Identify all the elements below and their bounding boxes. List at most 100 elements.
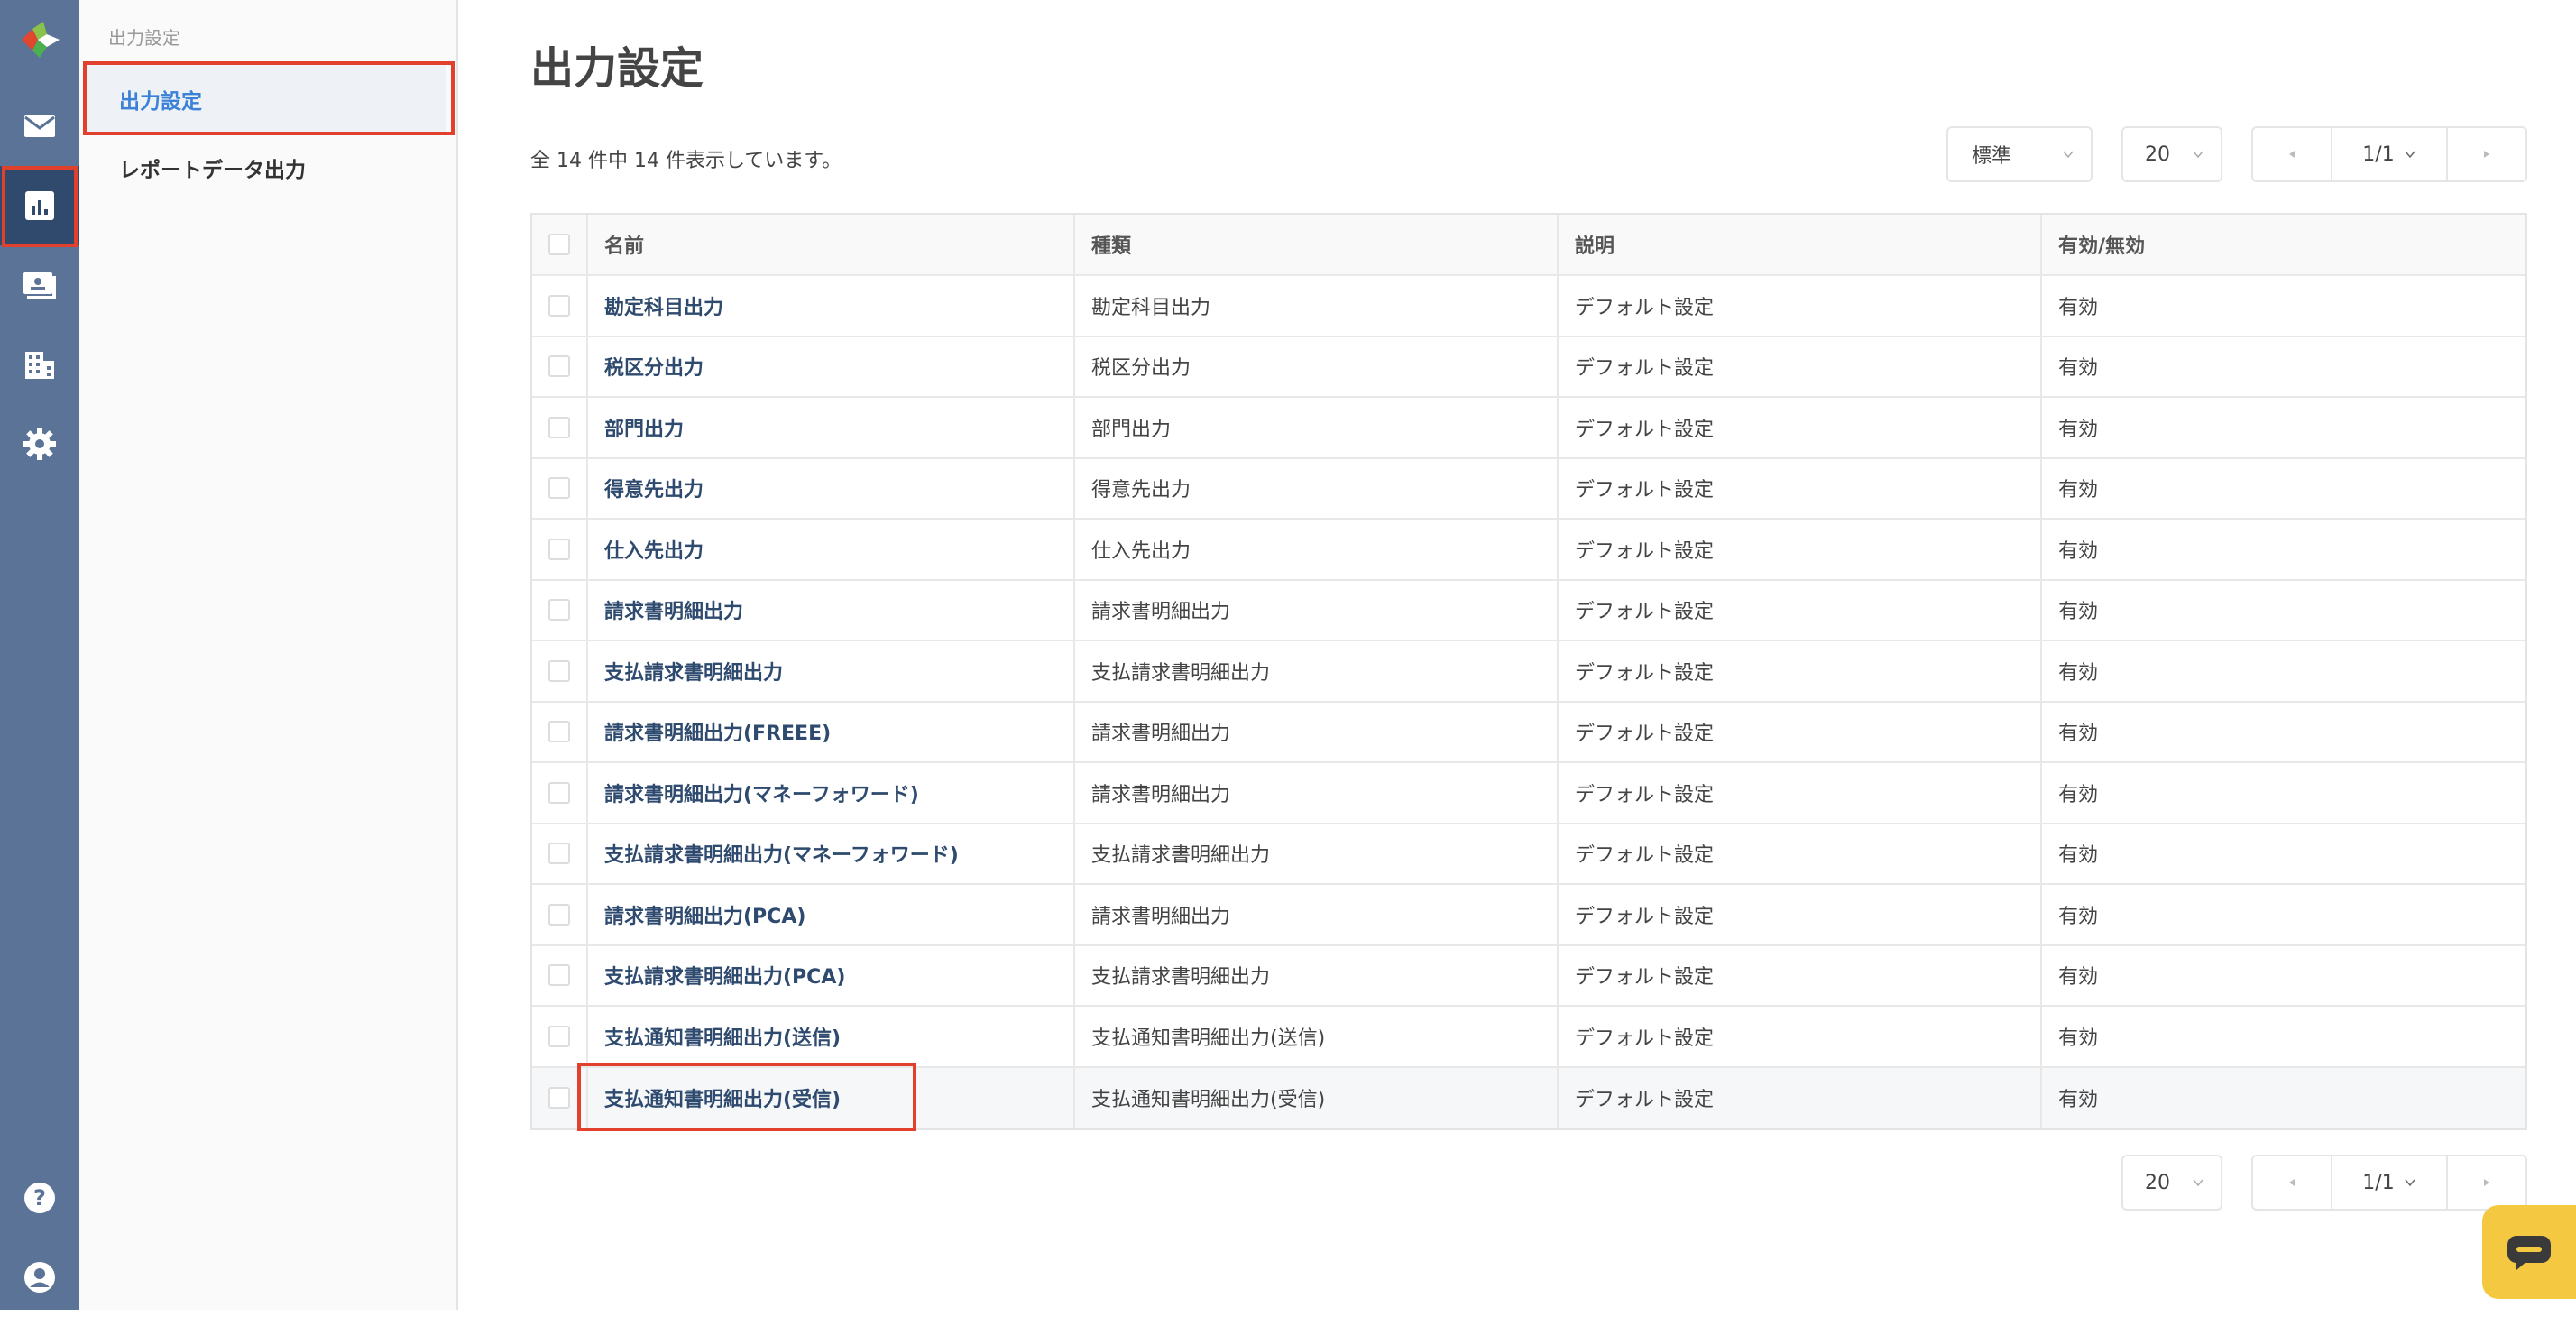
row-checkbox[interactable] [548,416,570,438]
row-name-link[interactable]: 請求書明細出力(FREEE) [604,717,831,746]
row-name-cell: 得意先出力 [588,458,1075,518]
row-status-cell: 有効 [2058,539,2099,563]
gear-icon[interactable] [0,404,79,484]
page-select-value: 1/1 [2362,143,2395,166]
page-select[interactable]: 1/1 [2331,128,2448,180]
select-all-cell [532,215,588,274]
row-name-link[interactable]: 支払請求書明細出力 [604,657,783,686]
sort-select[interactable]: 標準 [1946,126,2093,182]
sidebar-item-output-settings[interactable]: 出力設定 [83,65,446,134]
row-name-link[interactable]: 得意先出力 [604,474,704,502]
table-row[interactable]: 支払通知書明細出力(受信) 支払通知書明細出力(受信) デフォルト設定 有効 [532,1067,2525,1128]
per-page-select-bottom[interactable]: 20 [2121,1155,2222,1211]
row-check-cell [532,763,588,823]
page-select[interactable]: 1/1 [2331,1156,2448,1209]
row-name-link[interactable]: 勘定科目出力 [604,291,723,320]
table-row[interactable]: 支払請求書明細出力 支払請求書明細出力 デフォルト設定 有効 [532,641,2525,703]
row-type-cell: 請求書明細出力 [1075,702,1559,761]
row-name-link[interactable]: 部門出力 [604,413,684,442]
row-name-link[interactable]: 仕入先出力 [604,535,704,564]
table-row[interactable]: 請求書明細出力 請求書明細出力 デフォルト設定 有効 [532,580,2525,641]
table-row[interactable]: 仕入先出力 仕入先出力 デフォルト設定 有効 [532,520,2525,581]
select-all-checkbox[interactable] [548,234,570,255]
row-check-cell [532,276,588,336]
per-page-select[interactable]: 20 [2121,126,2222,182]
row-status-cell: 有効 [2058,966,2099,990]
svg-text:?: ? [33,1185,46,1211]
row-name-cell: 請求書明細出力(PCA) [588,885,1075,944]
row-type-cell: 請求書明細出力 [1075,580,1559,640]
row-checkbox[interactable] [548,477,570,500]
account-icon[interactable] [0,1238,79,1317]
table-row[interactable]: 勘定科目出力 勘定科目出力 デフォルト設定 有効 [532,276,2525,337]
table-row[interactable]: 得意先出力 得意先出力 デフォルト設定 有効 [532,458,2525,520]
row-checkbox[interactable] [548,538,570,560]
table-row[interactable]: 請求書明細出力(FREEE) 請求書明細出力 デフォルト設定 有効 [532,702,2525,763]
row-name-cell: 部門出力 [588,398,1075,457]
column-header-status[interactable]: 有効/無効 [2042,215,2525,274]
row-status-cell: 有効 [2058,844,2099,868]
row-checkbox[interactable] [548,964,570,987]
row-checkbox[interactable] [548,599,570,622]
row-name-cell: 支払請求書明細出力 [588,641,1075,701]
row-name-link[interactable]: 支払請求書明細出力(マネーフォワード) [604,839,959,868]
help-icon[interactable]: ? [0,1158,79,1238]
row-checkbox[interactable] [548,1025,570,1047]
row-status-cell: 有効 [2058,661,2099,685]
row-status-cell: 有効 [2058,723,2099,746]
row-checkbox[interactable] [548,659,570,682]
row-name-link[interactable]: 請求書明細出力(マネーフォワード) [604,778,919,807]
building-icon[interactable] [0,325,79,404]
row-name-cell: 勘定科目出力 [588,276,1075,336]
prev-page-button[interactable] [2253,1156,2331,1209]
row-status-cell: 有効 [2058,601,2099,624]
next-page-button[interactable] [2448,128,2525,180]
row-name-link[interactable]: 請求書明細出力 [604,595,743,624]
row-name-link[interactable]: 支払通知書明細出力(受信) [604,1083,841,1112]
pagination: 1/1 [2251,126,2527,182]
table-row[interactable]: 支払通知書明細出力(送信) 支払通知書明細出力(送信) デフォルト設定 有効 [532,1007,2525,1068]
sidebar-item-report-data-output[interactable]: レポートデータ出力 [83,134,446,202]
row-check-cell [532,945,588,1005]
table-row[interactable]: 支払請求書明細出力(マネーフォワード) 支払請求書明細出力 デフォルト設定 有効 [532,824,2525,885]
row-type-cell: 支払通知書明細出力(送信) [1075,1007,1559,1066]
chevron-down-icon [2405,151,2415,159]
next-page-button[interactable] [2448,1156,2525,1209]
row-name-link[interactable]: 支払通知書明細出力(送信) [604,1022,841,1051]
row-check-cell [532,641,588,701]
chevron-down-icon [2405,1179,2415,1187]
row-checkbox[interactable] [548,781,570,804]
prev-page-button[interactable] [2253,128,2331,180]
row-checkbox[interactable] [548,903,570,926]
output-settings-table: 名前 種類 説明 有効/無効 勘定科目出力 勘定科目出力 デフォルト設定 有効 税区分出… [530,213,2527,1130]
row-checkbox[interactable] [548,355,570,378]
secondary-sidebar: 出力設定 出力設定 レポートデータ出力 [79,0,458,1310]
chat-icon [2507,1236,2551,1270]
table-row[interactable]: 支払請求書明細出力(PCA) 支払請求書明細出力 デフォルト設定 有効 [532,945,2525,1007]
row-checkbox[interactable] [548,1087,570,1110]
row-checkbox[interactable] [548,294,570,317]
invoice-icon[interactable] [0,245,79,325]
row-name-link[interactable]: 税区分出力 [604,352,704,381]
logo-icon[interactable] [16,16,63,63]
row-check-cell [532,398,588,457]
table-row[interactable]: 税区分出力 税区分出力 デフォルト設定 有効 [532,336,2525,398]
row-name-link[interactable]: 支払請求書明細出力(PCA) [604,961,845,990]
chat-widget-button[interactable] [2482,1205,2576,1299]
column-header-name[interactable]: 名前 [588,215,1075,274]
column-header-type[interactable]: 種類 [1075,215,1559,274]
table-row[interactable]: 部門出力 部門出力 デフォルト設定 有効 [532,398,2525,459]
caret-left-icon [2289,151,2295,158]
table-row[interactable]: 請求書明細出力(マネーフォワード) 請求書明細出力 デフォルト設定 有効 [532,763,2525,824]
row-name-cell: 税区分出力 [588,336,1075,396]
icon-rail: ? [0,0,79,1310]
row-checkbox[interactable] [548,721,570,743]
row-description-cell: デフォルト設定 [1559,580,2042,640]
row-checkbox[interactable] [548,843,570,865]
mail-icon[interactable] [0,87,79,166]
row-name-link[interactable]: 請求書明細出力(PCA) [604,900,805,929]
table-row[interactable]: 請求書明細出力(PCA) 請求書明細出力 デフォルト設定 有効 [532,885,2525,946]
table-body: 勘定科目出力 勘定科目出力 デフォルト設定 有効 税区分出力 税区分出力 デフォルト設定 有効… [532,276,2525,1128]
report-icon[interactable] [0,166,79,245]
column-header-description[interactable]: 説明 [1559,215,2042,274]
